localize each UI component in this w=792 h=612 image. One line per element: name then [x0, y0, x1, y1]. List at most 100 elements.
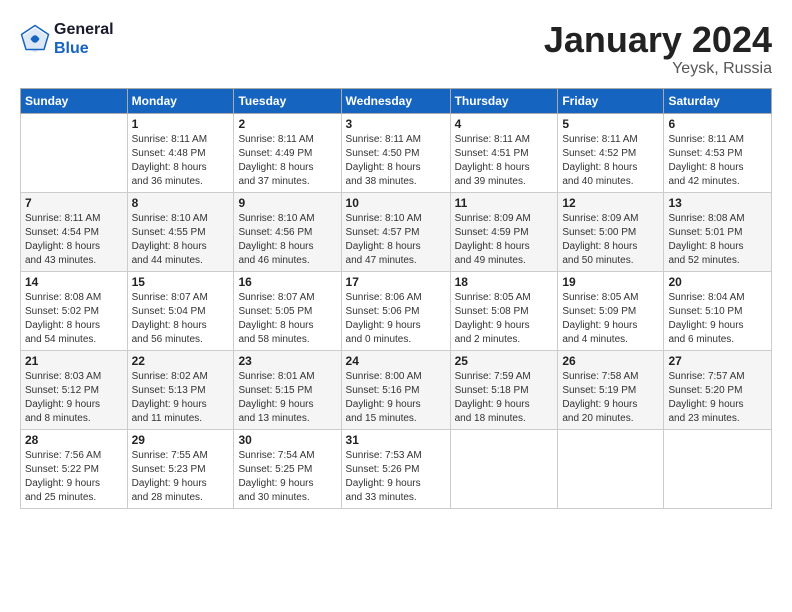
calendar-cell: 5 Sunrise: 8:11 AM Sunset: 4:52 PM Daylig… [558, 113, 664, 192]
day-info: Sunrise: 8:01 AM Sunset: 5:15 PM Dayligh… [238, 370, 336, 426]
header-thursday: Thursday [450, 88, 558, 113]
calendar-cell: 17Sunrise: 8:06 AM Sunset: 5:06 PM Dayli… [341, 271, 450, 350]
day-info: Sunrise: 8:00 AM Sunset: 5:16 PM Dayligh… [346, 370, 446, 426]
calendar-cell: 25Sunrise: 7:59 AM Sunset: 5:18 PM Dayli… [450, 350, 558, 429]
header-sunday: Sunday [21, 88, 128, 113]
day-info: Sunrise: 8:08 AM Sunset: 5:02 PM Dayligh… [25, 291, 123, 347]
day-number: 30 [238, 433, 336, 447]
calendar-cell: 4 Sunrise: 8:11 AM Sunset: 4:51 PM Daylig… [450, 113, 558, 192]
day-number: 22 [132, 354, 230, 368]
day-number: 15 [132, 275, 230, 289]
day-info: Sunrise: 8:11 AM Sunset: 4:54 PM Dayligh… [25, 212, 123, 268]
day-number: 5 [562, 117, 659, 131]
calendar-week-2: 7 Sunrise: 8:11 AM Sunset: 4:54 PM Daylig… [21, 192, 772, 271]
day-info: Sunrise: 8:11 AM Sunset: 4:49 PM Dayligh… [238, 133, 336, 189]
calendar-cell: 16Sunrise: 8:07 AM Sunset: 5:05 PM Dayli… [234, 271, 341, 350]
header-tuesday: Tuesday [234, 88, 341, 113]
calendar-cell: 28 Sunrise: 7:56 AM Sunset: 5:22 PM Dayli… [21, 429, 128, 508]
calendar-cell: 1Sunrise: 8:11 AM Sunset: 4:48 PM Daylig… [127, 113, 234, 192]
calendar-cell: 19 Sunrise: 8:05 AM Sunset: 5:09 PM Dayli… [558, 271, 664, 350]
day-info: Sunrise: 8:11 AM Sunset: 4:50 PM Dayligh… [346, 133, 446, 189]
day-info: Sunrise: 8:07 AM Sunset: 5:04 PM Dayligh… [132, 291, 230, 347]
day-number: 8 [132, 196, 230, 210]
day-info: Sunrise: 8:04 AM Sunset: 5:10 PM Dayligh… [668, 291, 767, 347]
calendar-cell [450, 429, 558, 508]
day-info: Sunrise: 7:56 AM Sunset: 5:22 PM Dayligh… [25, 449, 123, 505]
day-number: 21 [25, 354, 123, 368]
day-info: Sunrise: 8:07 AM Sunset: 5:05 PM Dayligh… [238, 291, 336, 347]
day-info: Sunrise: 8:11 AM Sunset: 4:52 PM Dayligh… [562, 133, 659, 189]
calendar: Sunday Monday Tuesday Wednesday Thursday… [20, 88, 772, 509]
day-number: 6 [668, 117, 767, 131]
header-monday: Monday [127, 88, 234, 113]
day-number: 3 [346, 117, 446, 131]
day-info: Sunrise: 8:11 AM Sunset: 4:51 PM Dayligh… [455, 133, 554, 189]
day-info: Sunrise: 8:06 AM Sunset: 5:06 PM Dayligh… [346, 291, 446, 347]
day-info: Sunrise: 8:10 AM Sunset: 4:55 PM Dayligh… [132, 212, 230, 268]
day-number: 27 [668, 354, 767, 368]
page: General Blue January 2024 Yeysk, Russia … [0, 0, 792, 612]
calendar-cell: 3 Sunrise: 8:11 AM Sunset: 4:50 PM Daylig… [341, 113, 450, 192]
day-info: Sunrise: 8:05 AM Sunset: 5:09 PM Dayligh… [562, 291, 659, 347]
day-number: 12 [562, 196, 659, 210]
calendar-cell: 26Sunrise: 7:58 AM Sunset: 5:19 PM Dayli… [558, 350, 664, 429]
logo-line2: Blue [54, 39, 114, 58]
title-block: January 2024 Yeysk, Russia [544, 20, 772, 78]
calendar-cell: 8 Sunrise: 8:10 AM Sunset: 4:55 PM Daylig… [127, 192, 234, 271]
calendar-cell: 11Sunrise: 8:09 AM Sunset: 4:59 PM Dayli… [450, 192, 558, 271]
day-info: Sunrise: 8:10 AM Sunset: 4:57 PM Dayligh… [346, 212, 446, 268]
day-info: Sunrise: 8:11 AM Sunset: 4:53 PM Dayligh… [668, 133, 767, 189]
calendar-cell: 12 Sunrise: 8:09 AM Sunset: 5:00 PM Dayli… [558, 192, 664, 271]
day-number: 26 [562, 354, 659, 368]
day-number: 14 [25, 275, 123, 289]
day-info: Sunrise: 8:02 AM Sunset: 5:13 PM Dayligh… [132, 370, 230, 426]
day-info: Sunrise: 8:11 AM Sunset: 4:48 PM Dayligh… [132, 133, 230, 189]
calendar-cell: 22 Sunrise: 8:02 AM Sunset: 5:13 PM Dayli… [127, 350, 234, 429]
day-number: 28 [25, 433, 123, 447]
calendar-cell: 14 Sunrise: 8:08 AM Sunset: 5:02 PM Dayli… [21, 271, 128, 350]
day-number: 20 [668, 275, 767, 289]
day-number: 24 [346, 354, 446, 368]
header-wednesday: Wednesday [341, 88, 450, 113]
day-number: 31 [346, 433, 446, 447]
day-number: 29 [132, 433, 230, 447]
calendar-cell: 31 Sunrise: 7:53 AM Sunset: 5:26 PM Dayli… [341, 429, 450, 508]
day-number: 19 [562, 275, 659, 289]
day-number: 4 [455, 117, 554, 131]
calendar-cell [558, 429, 664, 508]
logo: General Blue [20, 20, 114, 58]
month-title: January 2024 [544, 20, 772, 60]
calendar-cell: 29 Sunrise: 7:55 AM Sunset: 5:23 PM Dayli… [127, 429, 234, 508]
day-number: 2 [238, 117, 336, 131]
calendar-cell [21, 113, 128, 192]
day-number: 7 [25, 196, 123, 210]
calendar-cell: 24 Sunrise: 8:00 AM Sunset: 5:16 PM Dayli… [341, 350, 450, 429]
header-saturday: Saturday [664, 88, 772, 113]
day-number: 18 [455, 275, 554, 289]
calendar-cell: 13Sunrise: 8:08 AM Sunset: 5:01 PM Dayli… [664, 192, 772, 271]
header-friday: Friday [558, 88, 664, 113]
calendar-cell: 2 Sunrise: 8:11 AM Sunset: 4:49 PM Daylig… [234, 113, 341, 192]
day-info: Sunrise: 7:57 AM Sunset: 5:20 PM Dayligh… [668, 370, 767, 426]
day-info: Sunrise: 8:08 AM Sunset: 5:01 PM Dayligh… [668, 212, 767, 268]
calendar-week-4: 21 Sunrise: 8:03 AM Sunset: 5:12 PM Dayli… [21, 350, 772, 429]
day-number: 9 [238, 196, 336, 210]
subtitle: Yeysk, Russia [544, 60, 772, 78]
calendar-header-row: Sunday Monday Tuesday Wednesday Thursday… [21, 88, 772, 113]
day-info: Sunrise: 8:10 AM Sunset: 4:56 PM Dayligh… [238, 212, 336, 268]
calendar-week-5: 28 Sunrise: 7:56 AM Sunset: 5:22 PM Dayli… [21, 429, 772, 508]
calendar-cell: 21 Sunrise: 8:03 AM Sunset: 5:12 PM Dayli… [21, 350, 128, 429]
header: General Blue January 2024 Yeysk, Russia [20, 20, 772, 78]
calendar-cell: 27 Sunrise: 7:57 AM Sunset: 5:20 PM Dayli… [664, 350, 772, 429]
day-info: Sunrise: 8:09 AM Sunset: 5:00 PM Dayligh… [562, 212, 659, 268]
day-info: Sunrise: 7:53 AM Sunset: 5:26 PM Dayligh… [346, 449, 446, 505]
calendar-cell: 23Sunrise: 8:01 AM Sunset: 5:15 PM Dayli… [234, 350, 341, 429]
day-number: 11 [455, 196, 554, 210]
calendar-cell: 18Sunrise: 8:05 AM Sunset: 5:08 PM Dayli… [450, 271, 558, 350]
calendar-week-1: 1Sunrise: 8:11 AM Sunset: 4:48 PM Daylig… [21, 113, 772, 192]
calendar-week-3: 14 Sunrise: 8:08 AM Sunset: 5:02 PM Dayli… [21, 271, 772, 350]
day-info: Sunrise: 8:03 AM Sunset: 5:12 PM Dayligh… [25, 370, 123, 426]
day-info: Sunrise: 7:55 AM Sunset: 5:23 PM Dayligh… [132, 449, 230, 505]
calendar-cell: 30Sunrise: 7:54 AM Sunset: 5:25 PM Dayli… [234, 429, 341, 508]
calendar-cell: 15 Sunrise: 8:07 AM Sunset: 5:04 PM Dayli… [127, 271, 234, 350]
